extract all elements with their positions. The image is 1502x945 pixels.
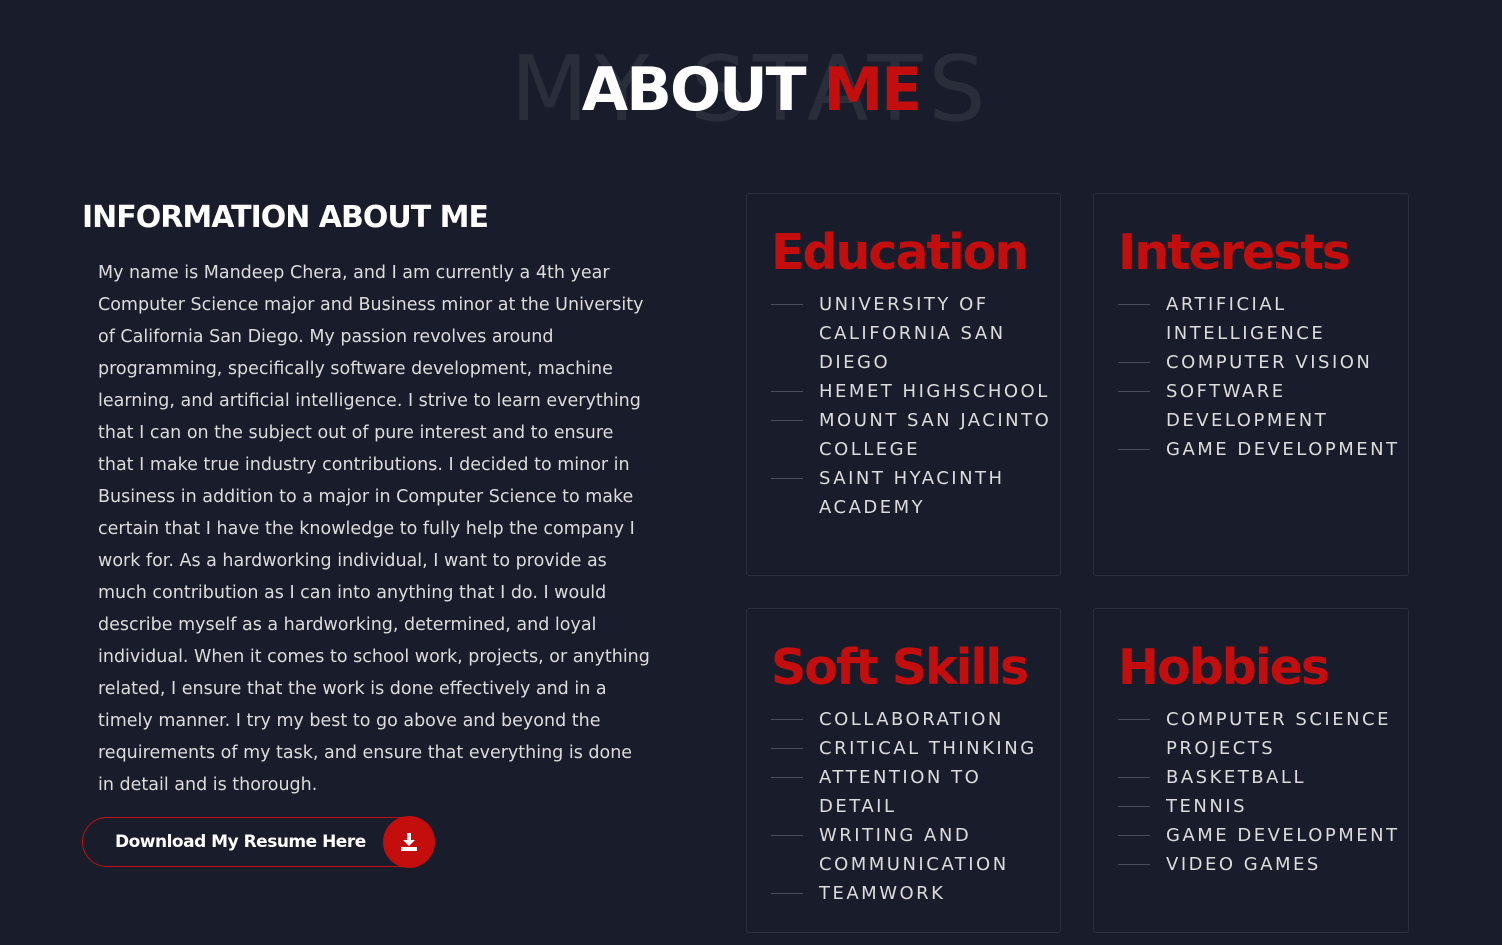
list-dash	[1118, 362, 1150, 363]
section-title-main: ABOUT ME	[0, 52, 1502, 128]
download-resume-button[interactable]: Download My Resume Here	[82, 816, 435, 868]
hobbies-card-title: Hobbies	[1118, 639, 1330, 696]
list-item: Critical Thinking	[771, 734, 1061, 763]
hobbies-card: Hobbies Computer Science Projects Basketb…	[1093, 608, 1409, 933]
interests-card: Interests Artificial Intelligence Compute…	[1093, 193, 1409, 576]
list-item-label: Tennis	[1166, 796, 1248, 817]
list-dash	[771, 748, 803, 749]
list-item: Video Games	[1118, 850, 1408, 879]
list-item-label: Collaboration	[819, 709, 1004, 730]
list-item-label: Writing and Communication	[819, 825, 1009, 875]
list-item-label: University of California San Diego	[819, 294, 1006, 373]
soft-skills-list: Collaboration Critical Thinking Attention …	[771, 705, 1061, 908]
list-item: Teamwork	[771, 879, 1061, 908]
list-item-label: Game Development	[1166, 439, 1400, 460]
list-item-label: Basketball	[1166, 767, 1306, 788]
list-dash	[771, 777, 803, 778]
info-paragraph: My name is Mandeep Chera, and I am curre…	[98, 263, 650, 795]
list-dash	[771, 719, 803, 720]
list-dash	[771, 420, 803, 421]
list-dash	[1118, 304, 1150, 305]
list-item-label: Software Development	[1166, 381, 1329, 431]
list-item-label: Teamwork	[819, 883, 946, 904]
list-dash	[771, 391, 803, 392]
list-item-label: Computer Science Projects	[1166, 709, 1391, 759]
list-dash	[771, 304, 803, 305]
list-dash	[771, 478, 803, 479]
education-card-title: Education	[771, 224, 1029, 281]
education-list: University of California San Diego Hemet …	[771, 290, 1061, 522]
list-item: Software Development	[1118, 377, 1408, 435]
section-title-white: ABOUT	[581, 55, 807, 125]
list-item: Artificial Intelligence	[1118, 290, 1408, 348]
list-dash	[1118, 806, 1150, 807]
list-item: Computer Vision	[1118, 348, 1408, 377]
list-item: Writing and Communication	[771, 821, 1061, 879]
list-item-label: Video Games	[1166, 854, 1321, 875]
list-item-label: Game Development	[1166, 825, 1400, 846]
section-title: MY STATS ABOUT ME	[0, 40, 1502, 140]
list-item: Computer Science Projects	[1118, 705, 1408, 763]
download-resume-label: Download My Resume Here	[115, 832, 366, 852]
list-item: Tennis	[1118, 792, 1408, 821]
list-dash	[1118, 864, 1150, 865]
section-title-red: ME	[823, 55, 923, 125]
list-dash	[1118, 719, 1150, 720]
list-item: Game Development	[1118, 435, 1408, 464]
list-item: Hemet Highschool	[771, 377, 1061, 406]
list-dash	[771, 893, 803, 894]
list-item-label: Hemet Highschool	[819, 381, 1050, 402]
list-item-label: Saint Hyacinth Academy	[819, 468, 1005, 518]
list-item: University of California San Diego	[771, 290, 1061, 377]
list-item-label: Computer Vision	[1166, 352, 1373, 373]
list-item: Collaboration	[771, 705, 1061, 734]
list-dash	[1118, 391, 1150, 392]
soft-skills-card-title: Soft Skills	[771, 639, 1029, 696]
list-item: Basketball	[1118, 763, 1408, 792]
list-dash	[1118, 835, 1150, 836]
interests-list: Artificial Intelligence Computer Vision So…	[1118, 290, 1408, 464]
list-item: Saint Hyacinth Academy	[771, 464, 1061, 522]
list-item-label: Attention to Detail	[819, 767, 982, 817]
hobbies-list: Computer Science Projects Basketball Tenni…	[1118, 705, 1408, 879]
list-item: Attention to Detail	[771, 763, 1061, 821]
list-item-label: Critical Thinking	[819, 738, 1037, 759]
list-item-label: Mount San Jacinto College	[819, 410, 1052, 460]
info-heading: INFORMATION ABOUT ME	[82, 200, 489, 235]
interests-card-title: Interests	[1118, 224, 1351, 281]
list-dash	[1118, 449, 1150, 450]
list-dash	[771, 835, 803, 836]
list-item: Mount San Jacinto College	[771, 406, 1061, 464]
soft-skills-card: Soft Skills Collaboration Critical Thinki…	[746, 608, 1061, 933]
education-card: Education University of California San D…	[746, 193, 1061, 576]
list-dash	[1118, 777, 1150, 778]
download-icon	[383, 816, 435, 868]
list-item-label: Artificial Intelligence	[1166, 294, 1326, 344]
list-item: Game Development	[1118, 821, 1408, 850]
